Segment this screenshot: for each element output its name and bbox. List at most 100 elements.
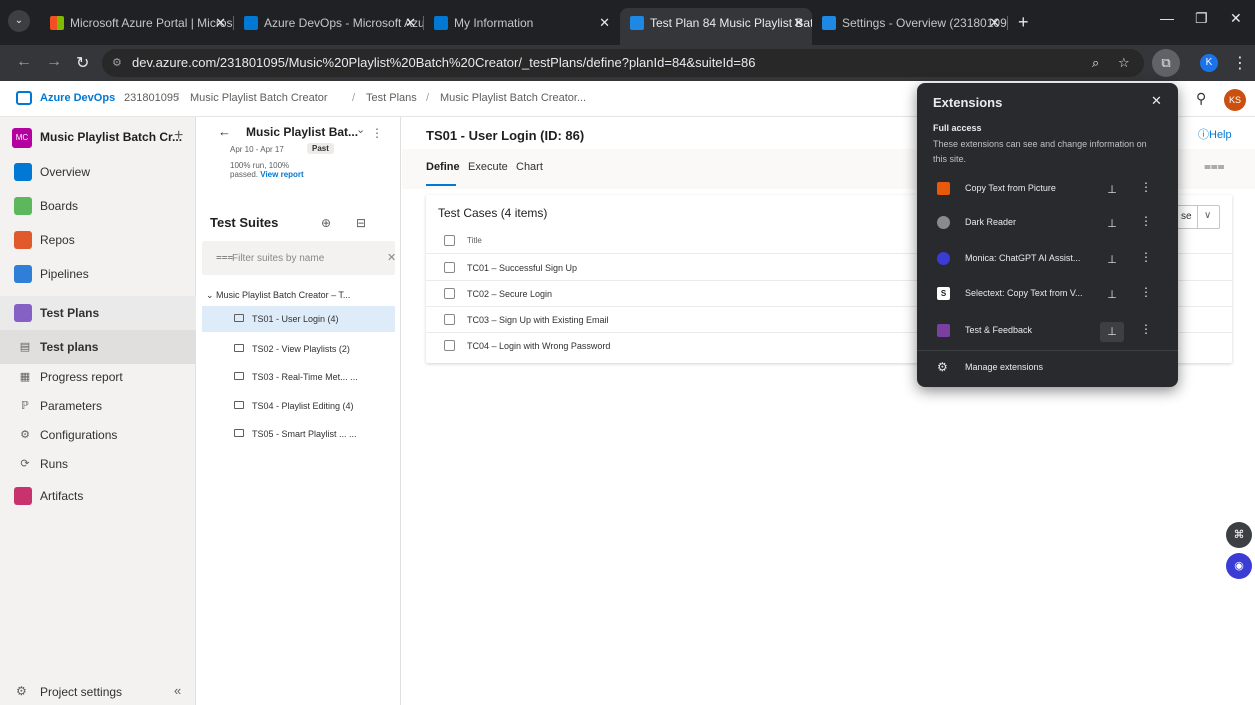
brand-link[interactable]: Azure DevOps [40,92,115,104]
pin-icon[interactable]: ⊥ [1100,250,1124,270]
bookmark-star-icon[interactable]: ☆ [1118,49,1130,77]
reload-icon[interactable]: ↻ [76,53,89,73]
site-info-icon[interactable]: ⚙ [112,49,122,77]
breadcrumb-plan[interactable]: Music Playlist Batch Creator... [440,92,586,104]
extension-test-and-feedback[interactable]: Test & Feedback ⊥ ⋮ [917,314,1178,348]
pin-icon[interactable]: ⊥ [1100,322,1124,342]
browser-tab-azure-devops[interactable]: Azure DevOps - Microsoft Azu ✕ [234,8,424,38]
user-avatar[interactable]: KS [1224,89,1246,111]
collapse-nav-icon[interactable]: « [174,683,181,698]
back-icon[interactable]: ← [16,53,32,71]
breadcrumb-project[interactable]: Music Playlist Batch Creator [190,92,328,104]
nav-pipelines[interactable]: Pipelines [0,257,196,291]
full-access-description: These extensions can see and change info… [933,139,1147,164]
tab-chart[interactable]: Chart [516,161,543,173]
azure-icon [244,16,258,30]
close-tab-icon[interactable]: ✕ [599,8,610,38]
pin-icon[interactable]: ⊥ [1100,285,1124,305]
suite-item[interactable]: TS03 - Real-Time Met... ... [202,364,395,390]
folder-icon [234,401,244,409]
extension-monica[interactable]: Monica: ChatGPT AI Assist... ⊥ ⋮ [917,242,1178,276]
tab-title: Test Plan 84 Music Playlist Batc [650,16,812,30]
select-all-checkbox[interactable] [444,235,455,246]
help-link[interactable]: ⓘHelp [1198,126,1232,142]
user-settings-icon[interactable]: ⚲ [1196,90,1206,107]
new-tab-button[interactable]: + [1018,12,1029,33]
extension-selectext[interactable]: S Selectext: Copy Text from V... ⊥ ⋮ [917,277,1178,311]
window-close-icon[interactable]: ✕ [1230,10,1242,27]
tab-execute[interactable]: Execute [468,161,508,173]
nav-test-plans-sub[interactable]: ▤ Test plans [0,330,196,364]
add-icon[interactable]: + [174,127,183,145]
nav-repos[interactable]: Repos [0,223,196,257]
project-avatar: MC [12,128,32,148]
extension-dark-reader[interactable]: Dark Reader ⊥ ⋮ [917,206,1178,240]
pin-icon[interactable]: ⊥ [1100,214,1124,234]
suite-item[interactable]: TS05 - Smart Playlist ... ... [202,421,395,447]
restore-icon[interactable]: ❐ [1195,10,1208,27]
nav-overview[interactable]: Overview [0,155,196,189]
nav-test-plans[interactable]: Test Plans [0,296,196,330]
profile-avatar[interactable]: K [1200,54,1218,72]
close-popup-icon[interactable]: ✕ [1151,93,1162,109]
browser-tab-test-plan[interactable]: Test Plan 84 Music Playlist Batc ✕ [620,8,812,45]
nav-boards[interactable]: Boards [0,189,196,223]
filter-suites-input[interactable]: ⩶ Filter suites by name ✕ [202,241,396,275]
tab-search-icon[interactable]: ⌄ [8,10,30,32]
row-checkbox[interactable] [444,314,455,325]
filter-icon[interactable]: ⩶ [1204,159,1225,174]
nav-runs[interactable]: ⟳ Runs [0,447,196,481]
extension-menu-icon[interactable]: ⋮ [1140,250,1152,264]
minimize-icon[interactable]: — [1160,10,1174,26]
suite-item[interactable]: TS01 - User Login (4) [202,306,395,332]
clear-filter-icon[interactable]: ✕ [387,251,396,264]
close-tab-icon[interactable]: ✕ [793,8,804,38]
floating-apps-icon[interactable]: ⌘ [1226,522,1252,548]
pin-icon[interactable]: ⊥ [1100,180,1124,200]
browser-tab-settings[interactable]: Settings - Overview (231801095 ✕ [812,8,1008,38]
view-report-link[interactable]: View report [260,170,303,179]
suite-item[interactable]: TS02 - View Playlists (2) [202,336,395,362]
extensions-puzzle-icon[interactable]: ⧉ [1152,49,1180,77]
close-tab-icon[interactable]: ✕ [989,8,1000,38]
plan-dropdown-icon[interactable]: ⌄ [356,123,365,136]
breadcrumb-test-plans[interactable]: Test Plans [366,92,417,104]
zoom-icon[interactable]: ⌕ [1092,49,1099,77]
back-arrow-icon[interactable]: ← [218,124,231,139]
project-settings[interactable]: ⚙ Project settings « [0,680,196,705]
boards-icon [14,197,32,215]
browser-tab-azure-portal[interactable]: Microsoft Azure Portal | Micros ✕ [40,8,234,38]
collapse-all-icon[interactable]: ⊟ [356,216,366,230]
row-checkbox[interactable] [444,340,455,351]
column-title[interactable]: Title [467,236,482,245]
manage-extensions-button[interactable]: ⚙ Manage extensions [917,355,1178,381]
project-selector[interactable]: MC Music Playlist Batch Cr... + [12,127,192,149]
forward-icon[interactable]: → [46,53,62,71]
extension-copy-text-from-picture[interactable]: Copy Text from Picture ⊥ ⋮ [917,172,1178,206]
test-suites-heading: Test Suites [210,215,279,230]
nav-artifacts[interactable]: Artifacts [0,479,196,513]
row-checkbox[interactable] [444,262,455,273]
url-input[interactable]: ⚙ dev.azure.com/231801095/Music%20Playli… [102,49,1144,77]
azure-devops-logo-icon[interactable] [16,91,32,105]
extension-menu-icon[interactable]: ⋮ [1140,322,1152,336]
browser-menu-icon[interactable]: ⋮ [1232,53,1248,73]
suite-item[interactable]: TS04 - Playlist Editing (4) [202,393,395,419]
extension-menu-icon[interactable]: ⋮ [1140,285,1152,299]
org-link[interactable]: 231801095 [124,92,179,104]
tab-define[interactable]: Define [426,161,460,173]
close-tab-icon[interactable]: ✕ [215,8,226,38]
suite-root[interactable]: ⌄ Music Playlist Batch Creator – T... [206,290,350,301]
extension-menu-icon[interactable]: ⋮ [1140,214,1152,228]
add-suite-icon[interactable]: ⊕ [321,216,331,230]
extension-menu-icon[interactable]: ⋮ [1140,180,1152,194]
browser-tab-my-information[interactable]: My Information ✕ [424,8,618,38]
plan-title[interactable]: Music Playlist Bat... [246,125,358,139]
monica-floating-icon[interactable]: ◉ [1226,553,1252,579]
close-tab-icon[interactable]: ✕ [405,8,416,38]
status-badge: Past [307,143,334,154]
chevron-down-icon: ∨ [1204,210,1212,221]
extensions-popup: Extensions ✕ Full access These extension… [917,83,1178,387]
row-checkbox[interactable] [444,288,455,299]
plan-more-icon[interactable]: ⋮ [371,126,383,140]
